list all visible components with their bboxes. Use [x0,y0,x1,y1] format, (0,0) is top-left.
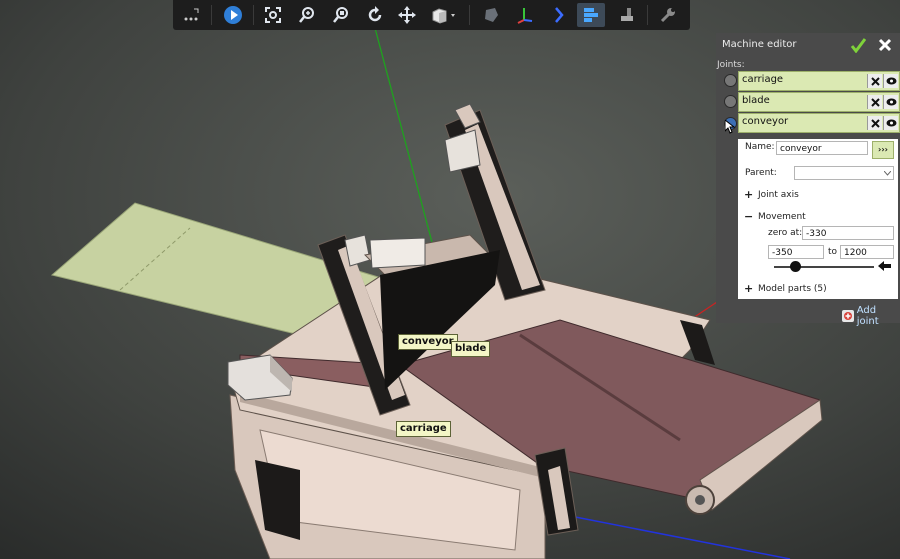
blade-joint-tag[interactable]: blade [451,341,491,357]
close-icon [870,97,880,107]
parent-label: Parent: [745,168,777,178]
visibility-toggle[interactable] [883,95,898,109]
more-icon [184,8,199,21]
arrow-left-icon[interactable] [878,260,892,272]
joint-detail-panel: Name: conveyor ››› Parent: + Joint axis … [738,139,898,299]
tool-icon [621,8,633,21]
visibility-toggle[interactable] [883,74,898,88]
movement-min-field[interactable]: -350 [768,245,824,259]
zoom-region-icon [333,7,348,23]
chevron-right-icon [555,7,564,23]
rotate-icon [368,6,382,22]
view-toolbar [173,0,690,30]
expand-model-parts-icon[interactable]: + [744,282,753,295]
joint-row-blade[interactable]: blade [738,92,900,112]
eye-icon [886,77,896,85]
pan-button[interactable] [395,3,419,27]
add-joint-button[interactable]: Add joint [842,305,900,327]
collapse-button[interactable] [547,3,571,27]
visibility-toggle[interactable] [883,116,898,130]
axes-button[interactable] [513,3,537,27]
tool-button[interactable] [615,3,639,27]
axes-icon [517,8,533,24]
delete-joint-button[interactable] [867,74,882,88]
machine-editor-button[interactable] [577,3,605,27]
add-joint-label: Add joint [856,305,879,327]
apply-name-button[interactable]: ››› [872,141,894,159]
play-button[interactable] [221,3,245,27]
play-icon [224,6,242,24]
delete-joint-button[interactable] [867,116,882,130]
shading-icon [485,8,498,22]
to-label: to [828,247,838,257]
checkmark-icon [850,38,866,53]
movement-label[interactable]: Movement [758,212,806,222]
joint-name: blade [742,95,770,106]
confirm-button[interactable] [849,36,867,54]
add-joint-icon [842,310,854,322]
joint-row-conveyor[interactable]: conveyor [738,113,900,133]
zoom-fit-button[interactable] [261,3,285,27]
rotate-button[interactable] [363,3,387,27]
settings-button[interactable] [655,3,681,27]
close-icon [870,118,880,128]
joints-label: Joints: [717,60,745,70]
joint-name-field[interactable]: conveyor [776,141,868,155]
close-icon [878,38,892,52]
name-label: Name: [745,142,775,152]
joint-name: carriage [742,74,784,85]
view-cube-button[interactable] [427,3,459,27]
joint-radio-blade[interactable] [724,95,737,108]
joint-name: conveyor [742,116,789,127]
zoom-region-button[interactable] [329,3,353,27]
chevron-down-icon [884,171,891,176]
more-options-button[interactable] [179,3,203,27]
zero-at-label: zero at: [768,228,803,238]
parent-select[interactable] [794,166,894,180]
mouse-cursor-icon [725,120,735,134]
conveyor-joint-tag[interactable]: conveyor [398,334,458,350]
cube-icon [432,8,455,24]
movement-max-field[interactable]: 1200 [840,245,894,259]
zoom-in-icon [299,7,314,23]
wrench-icon [660,8,675,23]
zoom-in-button[interactable] [295,3,319,27]
close-icon [870,76,880,86]
model-parts-label[interactable]: Model parts (5) [758,284,827,294]
collapse-movement-icon[interactable]: − [744,210,753,223]
shading-button[interactable] [479,3,503,27]
pan-icon [398,6,416,24]
zero-at-field[interactable]: -330 [802,226,894,240]
machine-editor-panel: Machine editor Joints: carriage blade co… [716,33,900,327]
joint-radio-carriage[interactable] [724,74,737,87]
eye-icon [886,98,896,106]
expand-joint-axis-icon[interactable]: + [744,188,753,201]
machine-editor-icon [584,8,598,22]
movement-slider-track[interactable] [774,266,874,268]
zoom-fit-icon [265,7,281,23]
delete-joint-button[interactable] [867,95,882,109]
joint-row-carriage[interactable]: carriage [738,71,900,91]
joint-axis-label[interactable]: Joint axis [758,190,799,200]
carriage-joint-tag[interactable]: carriage [396,421,451,437]
eye-icon [886,119,896,127]
movement-slider-thumb[interactable] [790,261,801,272]
panel-title: Machine editor [722,39,797,50]
close-button[interactable] [876,36,894,54]
